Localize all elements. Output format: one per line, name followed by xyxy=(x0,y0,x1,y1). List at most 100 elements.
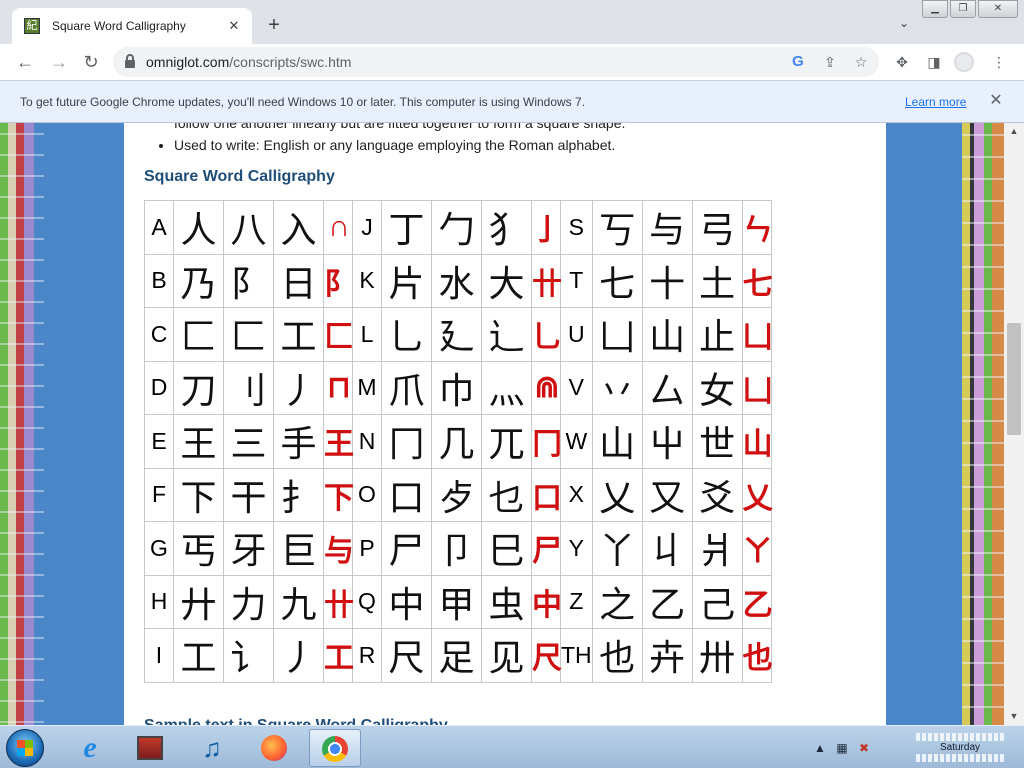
reload-icon[interactable]: ↻ xyxy=(78,49,104,75)
latin-letter-cell: C xyxy=(144,307,174,362)
omniglot-favicon-icon: 紀 xyxy=(24,18,40,34)
swc-glyph-cell: 卄 xyxy=(531,253,562,308)
new-tab-button[interactable]: + xyxy=(262,14,286,38)
taskbar-internet-explorer[interactable]: e xyxy=(64,729,116,767)
latin-letter-cell: T xyxy=(560,253,593,308)
address-bar[interactable]: omniglot.com/conscripts/swc.htm G ⇪ ☆ xyxy=(113,47,879,77)
scroll-down-icon[interactable]: ▼ xyxy=(1004,708,1024,725)
vertical-scrollbar[interactable]: ▲ ▼ xyxy=(1004,123,1024,725)
infobar-close-icon[interactable]: ✕ xyxy=(988,93,1004,109)
bookmark-star-icon[interactable]: ☆ xyxy=(852,53,870,71)
more-menu-icon[interactable]: ⋮ xyxy=(990,53,1008,71)
swc-character-cell: 廾 xyxy=(173,574,224,629)
url-text[interactable]: omniglot.com/conscripts/swc.htm xyxy=(146,54,351,70)
window-controls: ▁ ❐ ✕ xyxy=(920,0,1018,18)
swc-glyph-cell: 尺 xyxy=(531,628,562,683)
swc-glyph-cell: 乙 xyxy=(741,574,773,629)
swc-character-cell: 见 xyxy=(481,628,532,683)
swc-glyph-cell: 中 xyxy=(531,574,562,629)
swc-character-cell: 工 xyxy=(273,307,324,362)
swc-glyph-cell: 阝 xyxy=(323,253,354,308)
chrome-icon xyxy=(322,736,348,762)
scroll-up-icon[interactable]: ▲ xyxy=(1004,123,1024,140)
swc-character-cell: 爪 xyxy=(381,360,432,415)
taskbar-gallery[interactable] xyxy=(124,729,176,767)
next-section-heading: Sample text in Square Word Calligraphy xyxy=(144,717,448,725)
swc-character-cell: 爿 xyxy=(691,521,743,576)
swc-character-cell: 丿 xyxy=(273,628,324,683)
swc-glyph-cell: ㄣ xyxy=(741,200,773,255)
profile-avatar[interactable] xyxy=(954,52,974,72)
table-row: F下干扌下O口歺乜口X乂又爻乂 xyxy=(144,467,773,522)
gallery-app-icon xyxy=(137,736,163,760)
show-hidden-icons-chevron-icon[interactable]: ▲ xyxy=(812,740,828,756)
extensions-puzzle-icon[interactable]: ✥ xyxy=(893,53,911,71)
table-row: C匚匚工匚L乚廴辶乚U凵山止凵 xyxy=(144,307,773,362)
latin-letter-cell: I xyxy=(144,628,174,683)
swc-character-cell: 巨 xyxy=(273,521,324,576)
swc-character-cell: 扌 xyxy=(273,467,324,522)
cut-off-bullet-text: follow one another linearly but are fitt… xyxy=(174,123,626,131)
swc-character-cell: 干 xyxy=(223,467,274,522)
tab-search-chevron-icon[interactable]: ⌄ xyxy=(892,16,916,36)
swc-glyph-cell: ∩ xyxy=(323,200,353,255)
swc-character-cell: 辶 xyxy=(481,307,532,362)
taskbar-media-player[interactable]: ♫ xyxy=(186,729,238,767)
swc-character-cell: 丿 xyxy=(273,360,324,415)
decorative-border-left xyxy=(0,123,44,725)
table-row: H廾力九卄Q中甲虫中Z之乙己乙 xyxy=(144,574,773,629)
swc-glyph-cell: 冂 xyxy=(531,414,562,469)
swc-character-cell: 日 xyxy=(273,253,324,308)
google-lens-icon[interactable]: G xyxy=(789,53,807,71)
taskbar-firefox[interactable] xyxy=(248,729,300,767)
swc-glyph-cell: 乂 xyxy=(741,467,773,522)
learn-more-link[interactable]: Learn more xyxy=(905,95,966,109)
swc-character-cell: 丷 xyxy=(591,360,643,415)
swc-character-cell: 水 xyxy=(431,253,482,308)
latin-letter-cell: D xyxy=(144,360,174,415)
swc-character-cell: 丐 xyxy=(173,521,224,576)
latin-letter-cell: Y xyxy=(560,521,593,576)
windows-taskbar: e ♫ ▲ ▦ ✖ Saturday xyxy=(0,725,1024,768)
swc-glyph-cell: 与 xyxy=(323,521,354,576)
swc-character-cell: 牙 xyxy=(223,521,274,576)
swc-character-cell: 又 xyxy=(641,467,693,522)
swc-glyph-cell: 口 xyxy=(531,467,562,522)
swc-character-cell: 几 xyxy=(431,414,482,469)
swc-character-cell: 虫 xyxy=(481,574,532,629)
swc-character-cell: 女 xyxy=(691,360,743,415)
latin-letter-cell: F xyxy=(144,467,174,522)
close-tab-icon[interactable]: ✕ xyxy=(226,18,242,34)
scrollbar-thumb[interactable] xyxy=(1007,323,1021,435)
update-infobar: To get future Google Chrome updates, you… xyxy=(0,80,1024,123)
side-panel-icon[interactable]: ◨ xyxy=(925,53,943,71)
taskbar-chrome[interactable] xyxy=(309,729,361,767)
forward-arrow-icon[interactable]: → xyxy=(46,49,72,75)
latin-letter-cell: R xyxy=(352,628,382,683)
volume-muted-icon[interactable]: ✖ xyxy=(856,740,872,756)
share-icon[interactable]: ⇪ xyxy=(821,53,839,71)
swc-character-cell: 灬 xyxy=(481,360,532,415)
minimize-button[interactable]: ▁ xyxy=(922,0,948,18)
swc-character-cell: 片 xyxy=(381,253,432,308)
lock-icon[interactable] xyxy=(125,54,135,68)
restore-button[interactable]: ❐ xyxy=(950,0,976,18)
latin-letter-cell: L xyxy=(352,307,382,362)
swc-character-cell: 山 xyxy=(591,414,643,469)
back-arrow-icon[interactable]: ← xyxy=(12,49,38,75)
latin-letter-cell: X xyxy=(560,467,593,522)
close-window-button[interactable]: ✕ xyxy=(978,0,1018,18)
latin-letter-cell: S xyxy=(560,200,593,255)
system-clock[interactable]: Saturday xyxy=(910,732,1010,764)
swc-character-cell: 刀 xyxy=(173,360,224,415)
swc-character-cell: 己 xyxy=(691,574,743,629)
swc-character-cell: 八 xyxy=(223,200,274,255)
clock-day: Saturday xyxy=(939,742,981,753)
latin-letter-cell: B xyxy=(144,253,174,308)
network-icon[interactable]: ▦ xyxy=(834,740,850,756)
swc-character-cell: 巳 xyxy=(481,521,532,576)
swc-character-cell: 下 xyxy=(173,467,224,522)
browser-tab[interactable]: 紀 Square Word Calligraphy ✕ xyxy=(12,8,252,44)
swc-character-cell: 尸 xyxy=(381,521,432,576)
start-button[interactable] xyxy=(6,729,44,767)
